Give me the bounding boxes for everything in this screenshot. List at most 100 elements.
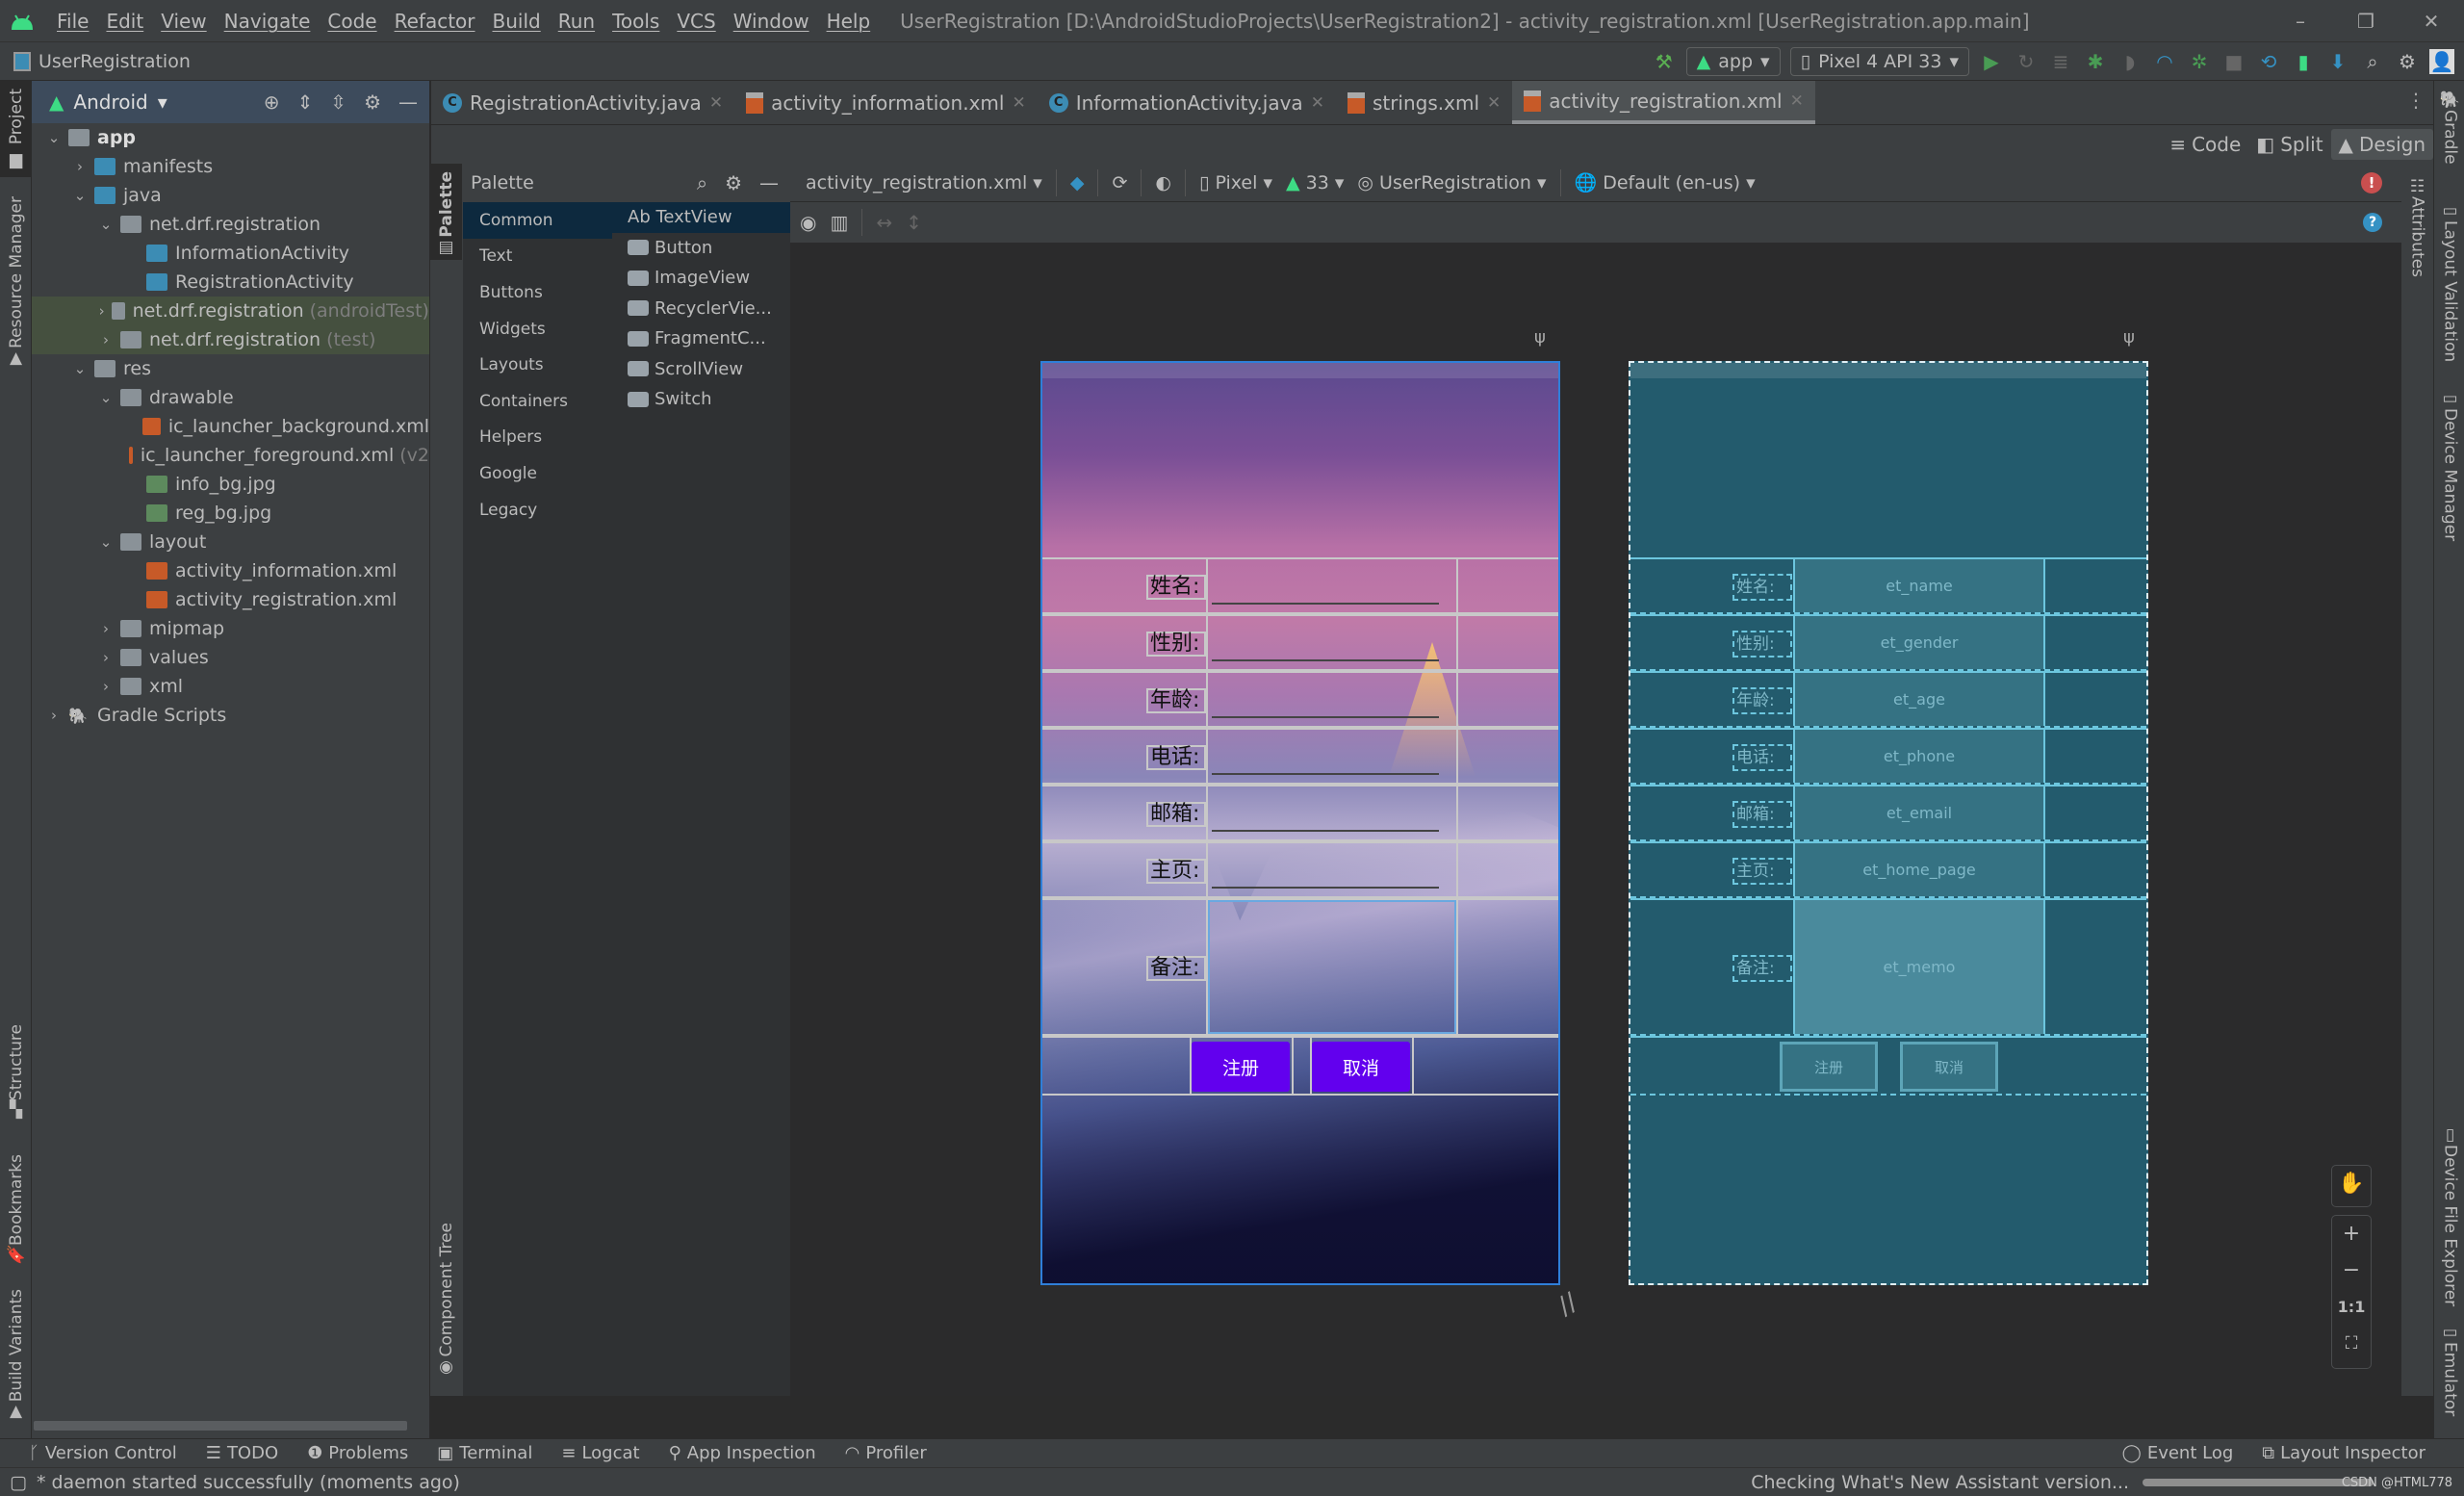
tool-tab-build-variants[interactable]: Build Variants ▲ [0, 1289, 32, 1421]
tool-tab-palette[interactable]: Palette ▤ [430, 164, 462, 260]
tool-tab-device-manager[interactable]: ▭ Device Manager [2434, 389, 2464, 543]
expand-all-icon[interactable]: ⇕ [297, 90, 314, 114]
run-config-select[interactable]: ▲ app ▾ [1685, 47, 1781, 76]
locale-select[interactable]: 🌐 Default (en-us) ▾ [1575, 171, 1756, 193]
tool-tab-device-file-explorer[interactable]: ▯ Device File Explorer [2434, 1125, 2464, 1306]
help-icon[interactable]: ? [2363, 213, 2382, 232]
tree-item[interactable]: ic_launcher_background.xml [32, 412, 429, 441]
menu-vcs[interactable]: VCS [668, 10, 724, 33]
tree-item[interactable]: ⌄ res [32, 354, 429, 383]
tree-item[interactable]: info_bg.jpg [32, 470, 429, 499]
close-tab-icon[interactable]: ✕ [1790, 91, 1804, 111]
zoom-to-fit-button[interactable]: ⛶ [2346, 1326, 2358, 1362]
tree-item[interactable]: ⌄ layout [32, 528, 429, 556]
chevron-right-icon[interactable]: › [69, 158, 90, 175]
close-button[interactable]: ✕ [2399, 0, 2464, 42]
tree-item[interactable]: RegistrationActivity [32, 268, 429, 297]
tree-item[interactable]: activity_information.xml [32, 556, 429, 585]
tree-item[interactable]: InformationActivity [32, 239, 429, 268]
tree-item[interactable]: › values [32, 643, 429, 672]
tool-tab-emulator[interactable]: ▭ Emulator [2434, 1323, 2464, 1429]
palette-category[interactable]: Layouts [463, 347, 612, 383]
tree-item[interactable]: ⌄ java [32, 181, 429, 210]
palette-category[interactable]: Text [463, 239, 612, 275]
night-mode-icon[interactable]: ◐ [1155, 172, 1171, 193]
tree-item[interactable]: › net.drf.registration (test) [32, 325, 429, 354]
edit-text-et-name[interactable] [1212, 603, 1439, 605]
editor-tab[interactable]: activity_information.xml ✕ [734, 81, 1038, 124]
apply-code-changes-icon[interactable]: ≣ [2048, 49, 2073, 74]
coverage-icon[interactable]: ◗ [2118, 49, 2143, 74]
view-split-button[interactable]: ◧ Split [2248, 129, 2330, 160]
edit-text-et-email[interactable] [1212, 830, 1439, 832]
palette-item[interactable]: Ab TextView [612, 202, 790, 233]
chevron-right-icon[interactable]: › [43, 707, 64, 724]
pin-icon[interactable]: ψ [2123, 327, 2135, 348]
cancel-button[interactable]: 取消 [1312, 1042, 1410, 1092]
view-options-eye-icon[interactable]: ◉ [800, 211, 816, 234]
blueprint-toggle-icon[interactable]: ▥ [830, 211, 848, 234]
chevron-right-icon[interactable]: › [95, 649, 116, 666]
layout-file-select[interactable]: activity_registration.xml ▾ [806, 172, 1042, 193]
blueprint-cancel-button[interactable]: 取消 [1900, 1042, 1998, 1092]
tree-item[interactable]: › net.drf.registration (androidTest) [32, 297, 429, 325]
tool-window-profiler[interactable]: ◠ Profiler [845, 1443, 927, 1463]
register-button[interactable]: 注册 [1192, 1042, 1290, 1092]
locate-file-icon[interactable]: ⊕ [264, 90, 280, 114]
more-tabs-icon[interactable]: ⋮ [2406, 89, 2426, 112]
hide-panel-icon[interactable]: — [759, 171, 779, 194]
view-design-button[interactable]: ▲ Design [2330, 129, 2433, 160]
palette-category[interactable]: Containers [463, 383, 612, 420]
palette-category[interactable]: Legacy [463, 492, 612, 529]
view-code-button[interactable]: ≡ Code [2162, 129, 2248, 160]
tool-window-todo[interactable]: ☰ TODO [206, 1443, 278, 1463]
gear-icon[interactable]: ⚙ [2395, 49, 2420, 74]
tree-item[interactable]: › mipmap [32, 614, 429, 643]
tool-window-terminal[interactable]: ▣ Terminal [437, 1443, 532, 1463]
close-tab-icon[interactable]: ✕ [709, 93, 723, 113]
tool-window-problems[interactable]: ❶ Problems [307, 1443, 408, 1463]
tree-item[interactable]: reg_bg.jpg [32, 499, 429, 528]
breadcrumb-project[interactable]: UserRegistration [13, 51, 191, 72]
design-surface-icon[interactable]: ◆ [1070, 172, 1085, 193]
tree-item[interactable]: ⌄ drawable [32, 383, 429, 412]
chevron-down-icon[interactable]: ▾ [158, 90, 167, 114]
palette-category[interactable]: Buttons [463, 274, 612, 311]
tree-item[interactable]: ic_launcher_foreground.xml (v2 [32, 441, 429, 470]
zoom-actual-size-button[interactable]: 1:1 [2338, 1289, 2366, 1326]
gradle-sync-icon[interactable]: ⟲ [2256, 49, 2281, 74]
attach-debugger-icon[interactable]: ✲ [2187, 49, 2212, 74]
palette-item[interactable]: Button [612, 233, 790, 264]
palette-item[interactable]: FragmentC... [612, 323, 790, 354]
run-icon[interactable]: ▶ [1979, 49, 2004, 74]
close-tab-icon[interactable]: ✕ [1487, 93, 1501, 113]
horizontal-scrollbar[interactable] [34, 1421, 407, 1431]
build-hammer-icon[interactable]: ⚒ [1652, 49, 1677, 74]
toggle-tool-windows-icon[interactable]: ▢ [10, 1472, 27, 1493]
apply-changes-icon[interactable]: ↻ [2014, 49, 2039, 74]
palette-category[interactable]: Widgets [463, 311, 612, 348]
edit-text-et-gender[interactable] [1212, 659, 1439, 661]
chevron-down-icon[interactable]: ⌄ [69, 360, 90, 377]
tool-window-logcat[interactable]: ≡ Logcat [561, 1443, 639, 1463]
device-select[interactable]: ▯ Pixel 4 API 33 ▾ [1789, 47, 1969, 76]
close-tab-icon[interactable]: ✕ [1311, 93, 1324, 113]
chevron-down-icon[interactable]: ⌄ [69, 187, 90, 204]
tool-tab-attributes[interactable]: ☷ Attributes [2401, 177, 2433, 312]
tree-item[interactable]: › xml [32, 672, 429, 701]
blueprint-preview[interactable]: et_name 姓名: et_gender 性别: et_age 年龄: et_phone 电… [1629, 361, 2148, 1285]
collapse-all-icon[interactable]: ⇳ [330, 90, 346, 114]
project-view-select[interactable]: Android [73, 90, 147, 114]
chevron-down-icon[interactable]: ⌄ [95, 216, 116, 233]
horizontal-resize-icon[interactable]: ↔ [876, 211, 892, 234]
palette-item[interactable]: Switch [612, 384, 790, 415]
palette-item[interactable]: ImageView [612, 263, 790, 294]
zoom-in-button[interactable]: + [2343, 1216, 2360, 1252]
menu-window[interactable]: Window [725, 10, 818, 33]
tool-window-app-inspection[interactable]: ⚲ App Inspection [669, 1443, 816, 1463]
menu-help[interactable]: Help [818, 10, 880, 33]
tool-tab-resource-manager[interactable]: Resource Manager ▲ [0, 196, 32, 370]
zoom-out-button[interactable]: − [2343, 1252, 2360, 1289]
menu-view[interactable]: View [152, 10, 215, 33]
palette-item[interactable]: RecyclerVie... [612, 294, 790, 324]
